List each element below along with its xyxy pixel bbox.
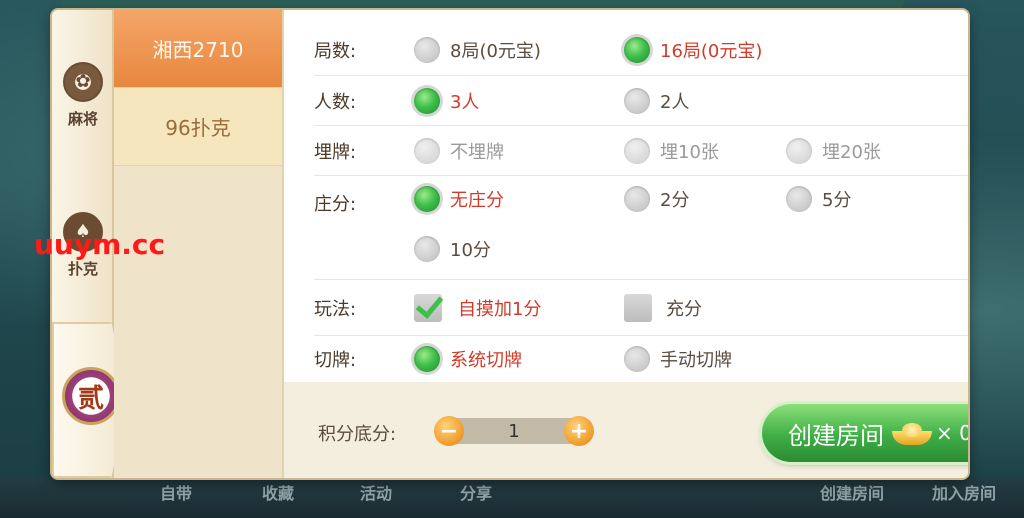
option-label: 10分 <box>450 240 491 261</box>
option-row-rounds: 局数: 8局(0元宝) 16局(0元宝) <box>314 24 968 76</box>
radio-selected-icon <box>414 346 440 372</box>
bg-nav-item: 加入房间 <box>932 484 997 503</box>
category-mahjong[interactable]: ✿ 麻将 <box>52 20 114 170</box>
option-3-players[interactable]: 3人 <box>414 87 480 114</box>
option-system-cut[interactable]: 系统切牌 <box>414 346 522 372</box>
score-value: 1 <box>456 418 572 444</box>
option-row-banker: 庄分: 无庄分 2分 5分 10分 <box>314 176 968 280</box>
option-manual-cut[interactable]: 手动切牌 <box>624 346 732 372</box>
game-item-96poker[interactable]: 96扑克 <box>114 88 282 166</box>
gold-ingot-icon <box>892 421 932 445</box>
radio-icon <box>624 186 650 212</box>
option-self-draw-plus-1[interactable]: 自摸加1分 <box>414 293 542 322</box>
row-label: 庄分: <box>314 194 357 215</box>
option-no-banker-score[interactable]: 无庄分 <box>414 186 504 212</box>
minus-button[interactable]: − <box>434 416 464 446</box>
create-room-button[interactable]: 创建房间 × 0 <box>762 404 968 462</box>
option-banker-2[interactable]: 2分 <box>624 186 689 212</box>
option-16-rounds[interactable]: 16局(0元宝) <box>624 36 763 63</box>
radio-icon <box>786 137 812 164</box>
option-label: 手动切牌 <box>660 350 732 371</box>
option-label: 系统切牌 <box>450 350 522 371</box>
plus-button[interactable]: + <box>564 416 594 446</box>
row-label: 局数: <box>314 40 357 62</box>
bg-nav-item: 分享 <box>460 484 493 503</box>
radio-selected-icon <box>624 36 650 63</box>
radio-selected-icon <box>414 186 440 212</box>
bg-nav-item: 自带 <box>160 484 193 503</box>
background-bottom-nav: 自带 收藏 活动 分享 创建房间 加入房间 <box>0 478 1024 518</box>
option-row-cut: 切牌: 系统切牌 手动切牌 <box>314 336 968 382</box>
option-row-play: 玩法: 自摸加1分 充分 <box>314 280 968 336</box>
option-label: 埋10张 <box>660 141 719 163</box>
option-label: 不埋牌 <box>450 141 504 163</box>
option-no-bury[interactable]: 不埋牌 <box>414 137 504 164</box>
radio-icon <box>624 137 650 164</box>
radio-icon <box>414 36 440 63</box>
row-label: 玩法: <box>314 298 357 320</box>
ingot-count: × 0 <box>936 421 968 445</box>
option-label: 2人 <box>660 91 690 113</box>
score-label: 积分底分: <box>318 424 397 445</box>
radio-icon <box>624 87 650 114</box>
option-label: 8局(0元宝) <box>450 40 541 62</box>
radio-icon <box>624 346 650 372</box>
row-label: 人数: <box>314 91 357 113</box>
option-label: 自摸加1分 <box>458 298 542 320</box>
options-panel: 局数: 8局(0元宝) 16局(0元宝) 人数: 3人 2人 埋牌: 不埋牌 埋… <box>284 10 968 382</box>
category-label: 麻将 <box>67 109 98 128</box>
checkbox-checked-icon <box>414 293 442 322</box>
option-bury-10[interactable]: 埋10张 <box>624 137 719 164</box>
option-label: 充分 <box>666 298 702 320</box>
option-banker-10[interactable]: 10分 <box>414 236 491 262</box>
row-label: 埋牌: <box>314 141 357 163</box>
option-label: 无庄分 <box>450 190 504 211</box>
option-banker-5[interactable]: 5分 <box>786 186 851 212</box>
radio-selected-icon <box>414 87 440 114</box>
option-row-bury: 埋牌: 不埋牌 埋10张 埋20张 <box>314 126 968 176</box>
row-label: 切牌: <box>314 350 357 371</box>
radio-icon <box>786 186 812 212</box>
create-room-dialog: ✿ 麻将 ♠ 扑克 贰 湘西2710 96扑克 局数: 8局(0元宝) 16局(… <box>52 10 968 478</box>
option-8-rounds[interactable]: 8局(0元宝) <box>414 36 541 63</box>
radio-icon <box>414 137 440 164</box>
mahjong-icon: ✿ <box>63 61 103 102</box>
option-2-players[interactable]: 2人 <box>624 87 690 114</box>
dialog-footer: 积分底分: 1 − + 创建房间 × 0 <box>284 382 968 478</box>
seal-icon: 贰 <box>62 367 120 425</box>
option-label: 5分 <box>822 190 852 211</box>
option-label: 3人 <box>450 91 480 113</box>
option-label: 埋20张 <box>822 141 881 163</box>
option-label: 16局(0元宝) <box>660 40 763 62</box>
option-label: 2分 <box>660 190 690 211</box>
score-stepper: 1 − + <box>434 416 594 446</box>
option-bury-20[interactable]: 埋20张 <box>786 137 881 164</box>
bg-nav-item: 活动 <box>360 484 393 503</box>
radio-icon <box>414 236 440 262</box>
create-room-label: 创建房间 <box>788 421 884 450</box>
bg-nav-item: 收藏 <box>262 484 295 503</box>
option-row-players: 人数: 3人 2人 <box>314 76 968 126</box>
checkbox-icon <box>624 293 652 322</box>
option-chongfen[interactable]: 充分 <box>624 293 702 322</box>
bg-nav-item: 创建房间 <box>820 484 885 503</box>
background-top-frame <box>60 0 904 10</box>
game-item-xiangxi[interactable]: 湘西2710 <box>114 10 282 88</box>
watermark: uuym.cc <box>34 228 166 261</box>
